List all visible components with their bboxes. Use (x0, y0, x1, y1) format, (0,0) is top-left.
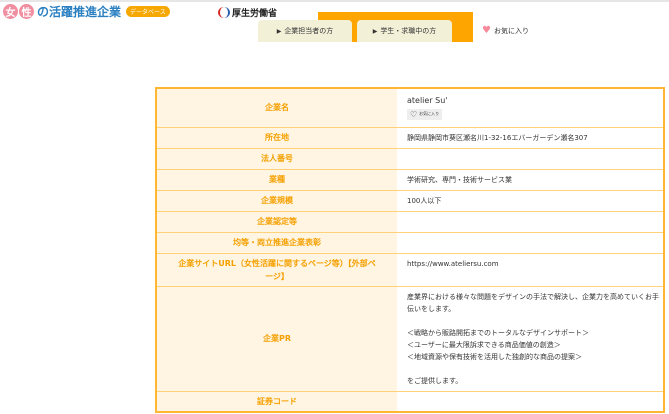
triangle-right-icon: ▶ (276, 27, 282, 35)
table-row: 企業認定等 (156, 211, 664, 233)
heart-icon: ♥ (482, 25, 491, 36)
site-logo[interactable]: 女 性 の活躍推進企業 データベース (3, 3, 170, 20)
logo-char-1: 女 (3, 4, 18, 19)
row-value: 100人以下 (397, 190, 664, 212)
row-label: 業種 (156, 169, 397, 191)
top-border (0, 0, 669, 2)
favorite-button-label: お気に入り (419, 111, 440, 117)
row-label: 企業名 (156, 88, 397, 128)
tab-company-staff[interactable]: ▶ 企業担当者の方 (258, 20, 352, 42)
row-label: 法人番号 (156, 148, 397, 170)
table-row: 企業PR 産業界における様々な問題をデザインの手法で解決し、企業力を高めていくお手… (156, 286, 664, 392)
tab-students[interactable]: ▶ 学生・求職中の方 (357, 20, 452, 42)
ministry-name: 厚生労働省 (232, 9, 278, 19)
row-label: 証券コード (156, 391, 397, 413)
table-row: 業種 学術研究、専門・技術サービス業 (156, 169, 664, 191)
company-url-link[interactable]: https://www.ateliersu.com (397, 253, 664, 287)
row-label: 企業PR (156, 286, 397, 392)
logo-text: の活躍推進企業 (37, 5, 122, 19)
row-label: 企業規模 (156, 190, 397, 212)
company-info-table: 企業名 atelier Su' ♡ お気に入り 所在地 静岡県静岡市葵区瀬名川1-32-… (155, 87, 665, 413)
table-row: 企業規模 100人以下 (156, 190, 664, 212)
row-label: 企業サイトURL（女性活躍に関するページ等）【外部ページ】 (156, 253, 397, 287)
table-row: 法人番号 (156, 148, 664, 170)
table-row: 均等・両立推進企業表彰 (156, 232, 664, 254)
triangle-right-icon: ▶ (372, 27, 378, 35)
row-value (397, 232, 664, 254)
table-row: 企業サイトURL（女性活躍に関するページ等）【外部ページ】 https://www… (156, 253, 664, 287)
tab-label: 学生・求職中の方 (380, 27, 437, 35)
favorites-link[interactable]: ♥ お気に入り (482, 25, 529, 36)
tab-label: 企業担当者の方 (284, 27, 334, 35)
add-favorite-button[interactable]: ♡ お気に入り (407, 108, 443, 120)
row-value (397, 211, 664, 233)
row-value (397, 391, 664, 413)
row-value: 静岡県静岡市葵区瀬名川1-32-16エバーガーデン瀬名307 (397, 127, 664, 149)
ministry-icon (218, 7, 230, 18)
row-label: 所在地 (156, 127, 397, 149)
table-row: 所在地 静岡県静岡市葵区瀬名川1-32-16エバーガーデン瀬名307 (156, 127, 664, 149)
logo-char-2: 性 (19, 4, 34, 19)
row-value (397, 148, 664, 170)
heart-outline-icon: ♡ (410, 109, 418, 119)
logo-badge: データベース (126, 6, 170, 17)
row-label: 企業認定等 (156, 211, 397, 233)
company-name: atelier Su' (407, 95, 448, 105)
table-row: 企業名 atelier Su' ♡ お気に入り (156, 88, 664, 128)
table-row: 証券コード (156, 391, 664, 413)
row-value: 学術研究、専門・技術サービス業 (397, 169, 664, 191)
favorites-label: お気に入り (493, 26, 529, 35)
row-label: 均等・両立推進企業表彰 (156, 232, 397, 254)
company-pr-text: 産業界における様々な問題をデザインの手法で解決し、企業力を高めていくお手伝いをし… (397, 286, 664, 392)
ministry-logo[interactable]: 厚生労働省 (218, 6, 277, 19)
